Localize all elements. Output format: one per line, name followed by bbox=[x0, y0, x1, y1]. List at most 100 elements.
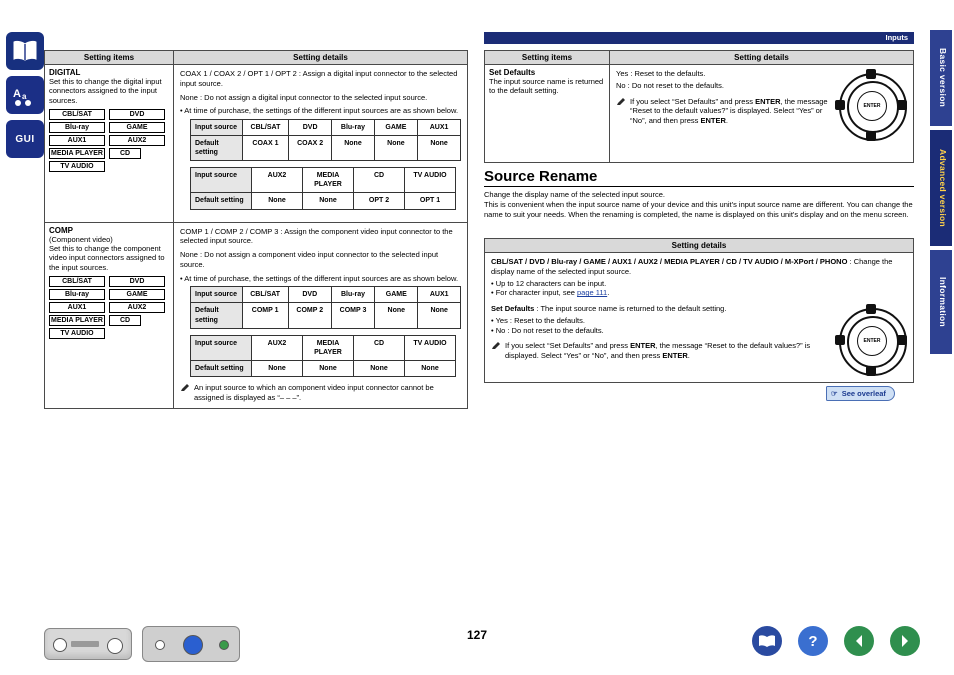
grid-head-label: Input source bbox=[190, 286, 243, 304]
gui-icon[interactable]: GUI bbox=[6, 120, 44, 158]
digital-detail-line-2: None : Do not assign a digital input con… bbox=[180, 92, 428, 102]
set-defaults-desc: The input source name is returned to the… bbox=[489, 77, 604, 96]
right-table-header-details: Setting details bbox=[609, 50, 914, 65]
grid-cell: None bbox=[417, 302, 461, 329]
grid-head-cell: DVD bbox=[287, 286, 332, 304]
chip-source: AUX2 bbox=[109, 302, 165, 314]
grid-head-cell: GAME bbox=[373, 118, 419, 137]
grid-head-cell: CBL/SAT bbox=[241, 286, 289, 304]
grid-cell: None bbox=[373, 135, 419, 162]
grid-head-cell: Blu-ray bbox=[330, 286, 376, 304]
hand-pointer-icon: ☞ bbox=[831, 389, 838, 398]
comp-detail-line-1: COMP 1 / COMP 2 / COMP 3 : Assign the co… bbox=[180, 226, 453, 246]
source-rename-yes: • Yes : Reset to the defaults. bbox=[491, 315, 585, 325]
digital-source-chips: CBL/SAT DVD Blu-ray GAME AUX1 AUX2 MEDIA… bbox=[49, 109, 169, 173]
grid-head-cell: AUX1 bbox=[417, 118, 461, 137]
chip-source: MEDIA PLAYER bbox=[49, 148, 105, 160]
grid-row-label: Default setting bbox=[190, 192, 252, 210]
chip-source: CBL/SAT bbox=[49, 109, 105, 121]
chip-source: AUX1 bbox=[49, 135, 105, 147]
previous-page-icon[interactable] bbox=[844, 626, 874, 656]
chip-source: GAME bbox=[109, 122, 165, 134]
inputs-header-bar: Inputs bbox=[484, 32, 914, 44]
chip-source: DVD bbox=[109, 276, 165, 288]
table-row: COMP (Component video) Set this to chang… bbox=[44, 221, 468, 410]
source-rename-details-cell: CBL/SAT / DVD / Blu-ray / GAME / AUX1 / … bbox=[484, 252, 914, 383]
grid-head-cell: Blu-ray bbox=[331, 118, 375, 137]
tab-basic-version[interactable]: Basic version bbox=[930, 30, 952, 126]
svg-text:a: a bbox=[22, 92, 27, 101]
grid-head-cell: DVD bbox=[288, 118, 333, 137]
chip-source: AUX2 bbox=[109, 135, 165, 147]
section-divider bbox=[484, 186, 914, 187]
grid-head-cell: CD bbox=[353, 167, 405, 194]
table-row: Set Defaults The input source name is re… bbox=[484, 64, 914, 163]
source-rename-details-header: Setting details bbox=[484, 238, 914, 253]
comp-title: COMP bbox=[49, 225, 73, 235]
digital-title: DIGITAL bbox=[49, 68, 81, 77]
gui-icon-label: GUI bbox=[15, 133, 35, 145]
set-defaults-items-cell: Set Defaults The input source name is re… bbox=[484, 64, 610, 163]
left-icon-rail: A a GUI bbox=[6, 32, 46, 164]
see-overleaf-button[interactable]: ☞ See overleaf bbox=[826, 386, 895, 401]
grid-row-label: Default setting bbox=[190, 359, 252, 377]
chip-source: DVD bbox=[109, 109, 165, 121]
right-tab-rail: Basic version Advanced version Informati… bbox=[926, 30, 954, 358]
set-defaults-note-text: If you select “Set Defaults” and press E… bbox=[630, 96, 828, 126]
grid-cell: None bbox=[302, 359, 354, 377]
grid-head-cell: GAME bbox=[374, 286, 419, 304]
grid-head-label: Input source bbox=[190, 334, 252, 361]
grid-cell: COAX 2 bbox=[288, 135, 333, 162]
source-rename-note-text: If you select “Set Defaults” and press E… bbox=[505, 341, 811, 360]
table-row: DIGITAL Set this to change the digital i… bbox=[44, 64, 468, 223]
digital-details-cell: COAX 1 / COAX 2 / OPT 1 / OPT 2 : Assign… bbox=[173, 64, 468, 223]
comp-default-grid-2: Input source AUX2 MEDIA PLAYER CD TV AUD… bbox=[190, 334, 456, 377]
chip-source: GAME bbox=[109, 289, 165, 301]
footer-nav-buttons: ? bbox=[752, 626, 920, 656]
help-icon[interactable]: ? bbox=[798, 626, 828, 656]
chip-source: TV AUDIO bbox=[49, 328, 105, 340]
contents-icon[interactable] bbox=[752, 626, 782, 656]
grid-head-label: Input source bbox=[190, 118, 243, 137]
remote-cursor-diagram: ENTER bbox=[835, 304, 907, 376]
pencil-icon bbox=[180, 383, 190, 403]
grid-head-cell: AUX1 bbox=[417, 286, 461, 304]
comp-desc: Set this to change the component video i… bbox=[49, 243, 165, 272]
tab-advanced-version[interactable]: Advanced version bbox=[930, 130, 952, 246]
chip-source: TV AUDIO bbox=[49, 161, 105, 173]
remote-cursor-diagram: ENTER bbox=[835, 69, 907, 141]
grid-cell: COAX 1 bbox=[241, 135, 290, 162]
set-defaults-note: If you select “Set Defaults” and press E… bbox=[616, 97, 829, 126]
enter-button-label: ENTER bbox=[857, 326, 887, 356]
grid-cell: COMP 2 bbox=[287, 302, 332, 329]
inputs-header-label: Inputs bbox=[885, 33, 909, 42]
grid-cell: OPT 1 bbox=[404, 192, 456, 210]
set-defaults-yes: Yes : Reset to the defaults. bbox=[616, 69, 706, 78]
left-table-header-details: Setting details bbox=[173, 50, 468, 65]
grid-head-cell: TV AUDIO bbox=[404, 167, 456, 194]
device-illustrations bbox=[44, 626, 240, 662]
next-page-icon[interactable] bbox=[890, 626, 920, 656]
grid-head-cell: CD bbox=[353, 334, 405, 361]
chip-source: CBL/SAT bbox=[49, 276, 105, 288]
font-size-icon[interactable]: A a bbox=[6, 76, 44, 114]
enter-button-label: ENTER bbox=[857, 91, 887, 121]
grid-cell: COMP 3 bbox=[330, 302, 376, 329]
grid-cell: None bbox=[251, 359, 303, 377]
comp-default-grid-1: Input source CBL/SAT DVD Blu-ray GAME AU… bbox=[190, 286, 461, 329]
digital-comp-table: Setting items Setting details DIGITAL Se… bbox=[44, 50, 468, 410]
chip-source: CD bbox=[109, 148, 141, 160]
grid-cell: None bbox=[404, 359, 456, 377]
grid-head-label: Input source bbox=[190, 167, 252, 194]
source-rename-table: Setting details CBL/SAT / DVD / Blu-ray … bbox=[484, 238, 914, 383]
table-row: CBL/SAT / DVD / Blu-ray / GAME / AUX1 / … bbox=[484, 252, 914, 383]
source-rename-bullet-1: • Up to 12 characters can be input. bbox=[491, 278, 607, 288]
tab-information[interactable]: Information bbox=[930, 250, 952, 354]
chip-source: Blu-ray bbox=[49, 289, 105, 301]
set-defaults-table: Setting items Setting details Set Defaul… bbox=[484, 50, 914, 163]
document-page: A a GUI Basic version Advanced version I… bbox=[0, 0, 954, 675]
page-111-link[interactable]: page 111 bbox=[577, 288, 607, 297]
source-rename-bullet-2: • For character input, see page 111. bbox=[491, 288, 610, 298]
svg-text:A: A bbox=[13, 88, 21, 100]
book-icon[interactable] bbox=[6, 32, 44, 70]
